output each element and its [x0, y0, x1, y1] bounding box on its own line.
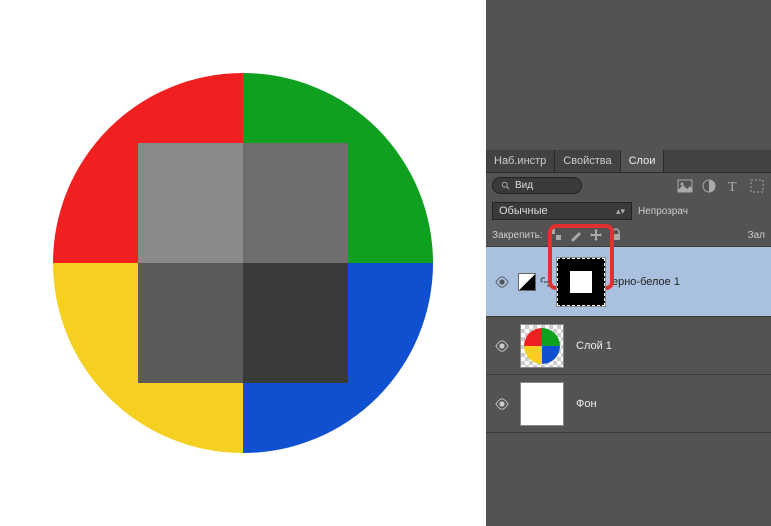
link-icon[interactable]	[540, 276, 552, 288]
lock-label: Закрепить:	[492, 230, 543, 241]
layer-row-image[interactable]: Слой 1	[486, 317, 771, 375]
visibility-toggle[interactable]	[490, 397, 514, 411]
mask-inner	[570, 271, 592, 293]
eye-icon	[495, 339, 509, 353]
eye-icon	[495, 397, 509, 411]
layer-thumb[interactable]	[520, 382, 564, 426]
layer-mask-thumb[interactable]	[556, 257, 606, 307]
blend-row: Обычные ▴▾ Непрозрач	[486, 198, 771, 224]
lock-brush-icon[interactable]	[569, 228, 583, 242]
search-icon	[501, 181, 511, 191]
lock-row: Закрепить: Зал	[486, 224, 771, 247]
tab-properties[interactable]: Свойства	[555, 150, 620, 172]
filter-text-icon[interactable]: T	[725, 178, 741, 194]
layer-name[interactable]: ерно-белое 1	[612, 276, 680, 288]
opacity-label: Непрозрач	[638, 206, 688, 217]
layer-row-adjustment[interactable]: ерно-белое 1	[486, 247, 771, 317]
fill-label: Зал	[748, 230, 765, 241]
canvas-area[interactable]	[0, 0, 486, 526]
lock-transparency-icon[interactable]	[549, 228, 563, 242]
chevron-updown-icon: ▴▾	[616, 206, 625, 217]
layers-filter-row: Вид T	[486, 173, 771, 198]
filter-image-icon[interactable]	[677, 178, 693, 194]
lock-all-icon[interactable]	[609, 228, 623, 242]
panels-sidebar: Наб.инстр Свойства Слои Вид T Обычные ▴▾…	[486, 0, 771, 526]
blend-mode-value: Обычные	[499, 205, 548, 217]
visibility-toggle[interactable]	[490, 339, 514, 353]
layers-list: ерно-белое 1 Слой 1	[486, 247, 771, 433]
layer-name[interactable]: Слой 1	[576, 340, 612, 352]
blend-mode-select[interactable]: Обычные ▴▾	[492, 202, 632, 220]
filter-label: Вид	[515, 180, 533, 191]
filter-adjust-icon[interactable]	[701, 178, 717, 194]
panel-tabs: Наб.инстр Свойства Слои	[486, 150, 771, 173]
canvas-artwork	[53, 73, 433, 453]
adjustment-thumb[interactable]	[518, 273, 536, 291]
svg-text:T: T	[728, 180, 737, 194]
tab-layers[interactable]: Слои	[621, 150, 665, 172]
layer-filter-select[interactable]: Вид	[492, 177, 582, 194]
visibility-toggle[interactable]	[490, 275, 514, 289]
filter-shape-icon[interactable]	[749, 178, 765, 194]
lock-move-icon[interactable]	[589, 228, 603, 242]
layer-name[interactable]: Фон	[576, 398, 597, 410]
layer-row-background[interactable]: Фон	[486, 375, 771, 433]
eye-icon	[495, 275, 509, 289]
layer-thumb[interactable]	[520, 324, 564, 368]
tab-tools[interactable]: Наб.инстр	[486, 150, 555, 172]
